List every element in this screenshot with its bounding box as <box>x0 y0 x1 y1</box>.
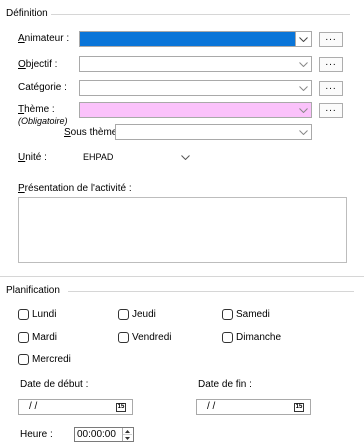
date-fin-label: Date de fin : <box>198 379 252 390</box>
dimanche-label: Dimanche <box>236 332 282 343</box>
theme-select[interactable] <box>79 102 312 118</box>
sous-theme-select[interactable] <box>115 124 312 140</box>
jeudi-label: Jeudi <box>132 309 156 320</box>
date-fin-picker[interactable]: / / 15 <box>196 399 311 415</box>
heure-spinner[interactable]: 00:00:00 <box>74 427 134 442</box>
planification-group-border <box>68 291 354 292</box>
theme-browse-button[interactable]: ... <box>319 103 343 118</box>
mardi-label: Mardi <box>32 332 58 343</box>
lundi-checkbox[interactable] <box>18 309 29 320</box>
presentation-textarea[interactable] <box>18 197 347 263</box>
date-fin-value: / / <box>207 401 216 412</box>
section-divider <box>0 276 364 277</box>
categorie-browse-button[interactable]: ... <box>319 81 343 96</box>
date-debut-label: Date de début : <box>20 379 89 390</box>
objectif-select[interactable] <box>79 56 312 72</box>
heure-label: Heure : <box>20 429 53 440</box>
planification-section-title: Planification <box>6 285 63 296</box>
objectif-browse-button[interactable]: ... <box>319 57 343 72</box>
chevron-down-icon <box>177 150 193 164</box>
theme-required-note: (Obligatoire) <box>18 116 68 126</box>
unite-value: EHPAD <box>83 152 114 162</box>
dimanche-checkbox[interactable] <box>222 332 233 343</box>
chevron-down-icon <box>295 57 311 71</box>
vendredi-label: Vendredi <box>132 332 172 343</box>
calendar-icon[interactable]: 15 <box>294 403 304 412</box>
samedi-label: Samedi <box>236 309 270 320</box>
lundi-label: Lundi <box>32 309 57 320</box>
chevron-down-icon <box>295 103 311 117</box>
mardi-checkbox[interactable] <box>18 332 29 343</box>
samedi-checkbox[interactable] <box>222 309 233 320</box>
categorie-select[interactable] <box>79 80 312 96</box>
chevron-down-icon <box>295 125 311 139</box>
vendredi-checkbox[interactable] <box>118 332 129 343</box>
animateur-label: Animateur : <box>18 33 70 44</box>
chevron-down-icon <box>295 81 311 95</box>
mercredi-checkbox[interactable] <box>18 354 29 365</box>
calendar-icon[interactable]: 15 <box>116 403 126 412</box>
jeudi-checkbox[interactable] <box>118 309 129 320</box>
date-debut-picker[interactable]: / / 15 <box>18 399 133 415</box>
unite-label: Unité : <box>18 152 47 163</box>
spinner-buttons <box>122 428 133 441</box>
objectif-label: Objectif : <box>18 59 58 70</box>
definition-section-title: Définition <box>6 8 51 19</box>
categorie-label: Catégorie : <box>18 82 67 93</box>
heure-value: 00:00:00 <box>77 429 116 440</box>
animateur-browse-button[interactable]: ... <box>319 32 343 47</box>
mercredi-label: Mercredi <box>32 354 71 365</box>
unite-select[interactable]: EHPAD <box>76 149 194 165</box>
chevron-down-icon <box>295 32 311 46</box>
spin-up-icon[interactable] <box>123 428 132 435</box>
presentation-label: Présentation de l'activité : <box>18 183 132 194</box>
spin-down-icon[interactable] <box>123 435 132 441</box>
definition-group-border <box>50 14 350 15</box>
animateur-select[interactable] <box>79 31 312 47</box>
date-debut-value: / / <box>29 401 38 412</box>
